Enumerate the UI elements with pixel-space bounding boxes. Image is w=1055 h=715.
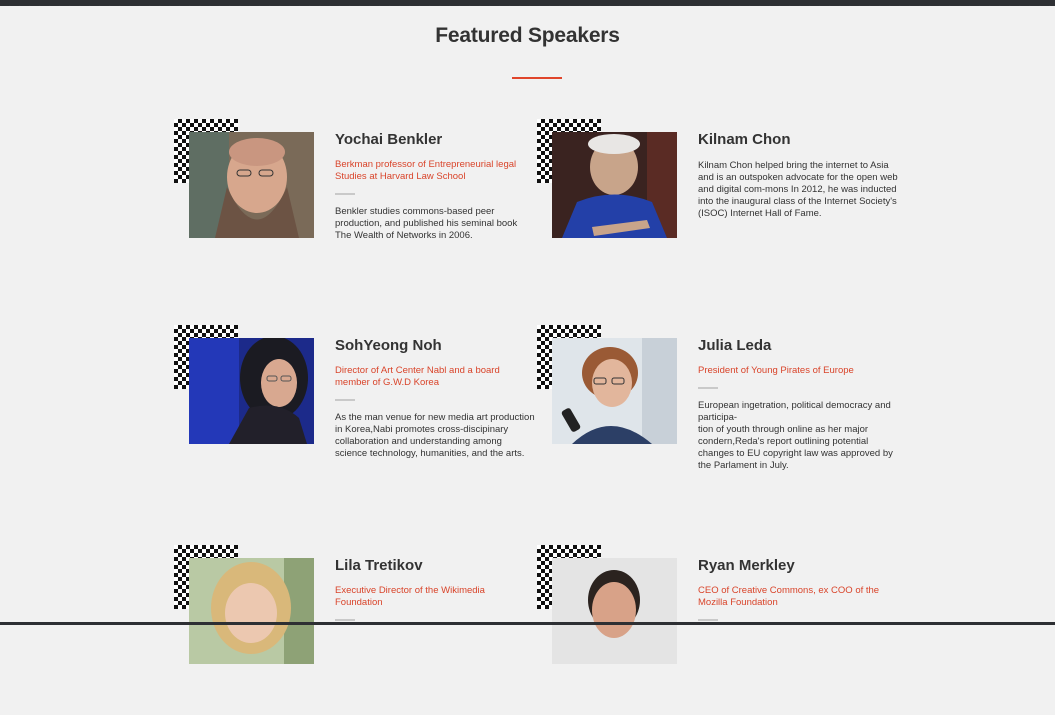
speaker-role: President of Young Pirates of Europe — [698, 365, 854, 376]
speaker-photo[interactable] — [189, 338, 314, 444]
speaker-card-kilnam-chon: Kilnam Chon Kilnam Chon helped bring the… — [537, 119, 898, 289]
title-underline — [512, 77, 562, 79]
speaker-photo-image — [552, 132, 677, 238]
top-bar — [0, 0, 1055, 6]
speaker-bio: As the man venue for new media art produ… — [335, 412, 535, 459]
speaker-card-sohyeong-noh: SohYeong Noh Director of Art Center Nabl… — [174, 325, 535, 495]
speaker-photo-image — [552, 558, 677, 664]
speaker-photo-image — [552, 338, 677, 444]
speaker-divider — [335, 399, 355, 401]
speaker-photo[interactable] — [552, 132, 677, 238]
speaker-divider — [698, 619, 718, 621]
speaker-name: SohYeong Noh — [335, 337, 442, 354]
speaker-role: Executive Director of the Wikimedia Foun… — [335, 585, 485, 608]
speaker-photo[interactable] — [189, 132, 314, 238]
speaker-bio: Benkler studies commons-based peer produ… — [335, 206, 518, 241]
speaker-name: Kilnam Chon — [698, 131, 791, 148]
speaker-divider — [335, 193, 355, 195]
speaker-divider — [335, 619, 355, 621]
section-title: Featured Speakers — [435, 24, 620, 47]
speaker-photo-image — [189, 338, 314, 444]
speaker-divider — [698, 387, 718, 389]
speaker-name: Yochai Benkler — [335, 131, 443, 148]
speaker-card-yochai-benkler: Yochai Benkler Berkman professor of Entr… — [174, 119, 534, 289]
speaker-role: CEO of Creative Commons, ex COO of the M… — [698, 585, 880, 608]
speaker-bio: European ingetration, political democrac… — [698, 400, 893, 471]
speaker-card-ryan-merkley: Ryan Merkley CEO of Creative Commons, ex… — [537, 545, 897, 715]
speaker-photo-image — [189, 132, 314, 238]
speaker-photo[interactable] — [189, 558, 314, 664]
top-bar-pattern — [0, 0, 1055, 6]
speaker-card-julia-leda: Julia Leda President of Young Pirates of… — [537, 325, 897, 495]
speaker-name: Julia Leda — [698, 337, 772, 354]
speaker-role: Director of Art Center Nabl and a board … — [335, 365, 500, 388]
speaker-bio: Kilnam Chon helped bring the internet to… — [698, 160, 898, 219]
speaker-photo[interactable] — [552, 558, 677, 664]
speaker-photo-image — [189, 558, 314, 664]
speaker-role: Berkman professor of Entrepreneurial leg… — [335, 159, 517, 182]
speaker-card-lila-tretikov: Lila Tretikov Executive Director of the … — [174, 545, 534, 715]
speaker-photo[interactable] — [552, 338, 677, 444]
speaker-name: Ryan Merkley — [698, 557, 795, 574]
speaker-name: Lila Tretikov — [335, 557, 423, 574]
